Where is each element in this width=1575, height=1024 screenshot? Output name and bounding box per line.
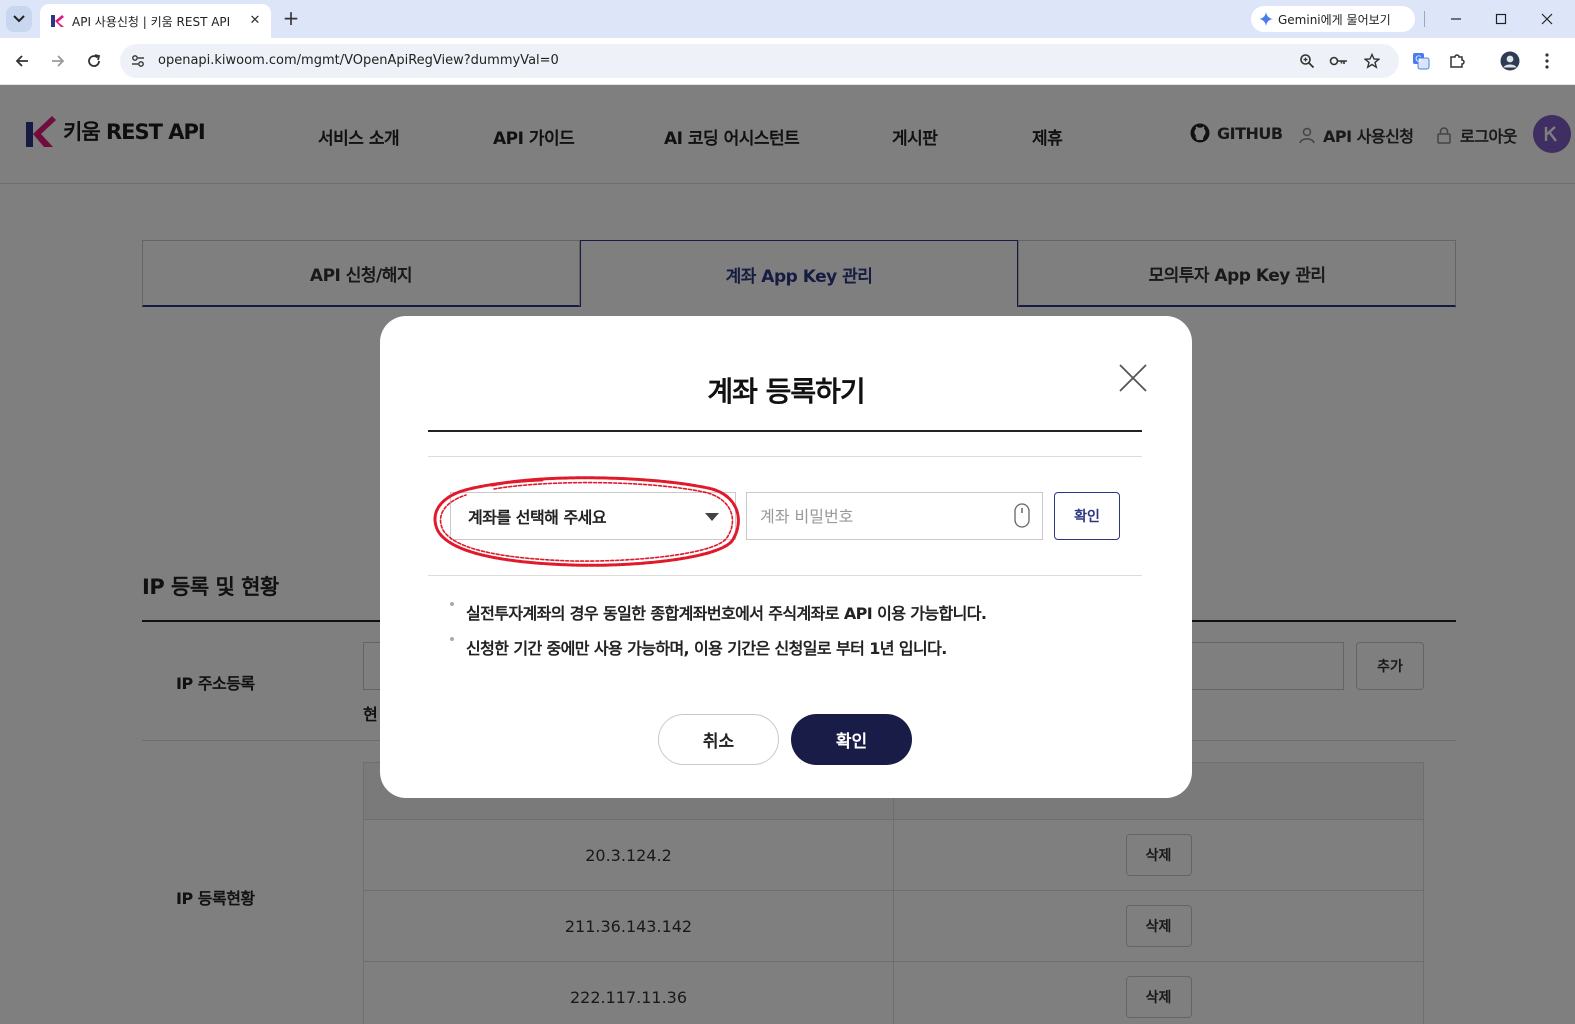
zoom-icon[interactable] bbox=[1297, 51, 1317, 71]
note-bullet bbox=[450, 637, 454, 641]
maximize-window-icon[interactable] bbox=[1489, 8, 1513, 30]
modal-note-1: 실전투자계좌의 경우 동일한 종합계좌번호에서 주식계좌로 API 이용 가능합… bbox=[466, 604, 987, 623]
confirm-button[interactable]: 확인 bbox=[791, 714, 912, 765]
url-text: openapi.kiwoom.com/mgmt/VOpenApiRegView?… bbox=[158, 53, 559, 68]
reload-icon[interactable] bbox=[84, 51, 104, 71]
modal-divider-lower bbox=[428, 575, 1142, 576]
forward-arrow-icon[interactable] bbox=[48, 51, 68, 71]
modal-title-divider bbox=[428, 430, 1142, 432]
browser-toolbar: openapi.kiwoom.com/mgmt/VOpenApiRegView?… bbox=[0, 38, 1575, 85]
account-register-modal: 계좌 등록하기 계좌를 선택해 주세요 확인 실전투자계좌의 경우 동일한 종합… bbox=[380, 316, 1192, 798]
extensions-puzzle-icon[interactable] bbox=[1446, 50, 1468, 72]
address-bar[interactable]: openapi.kiwoom.com/mgmt/VOpenApiRegView?… bbox=[120, 44, 1399, 78]
gemini-label: Gemini에게 물어보기 bbox=[1278, 12, 1391, 27]
profile-avatar-icon[interactable] bbox=[1499, 50, 1521, 72]
tab-search-button[interactable] bbox=[6, 6, 32, 32]
browser-menu-icon[interactable] bbox=[1536, 50, 1558, 72]
close-window-icon[interactable] bbox=[1535, 8, 1559, 30]
tab-close-icon[interactable]: ✕ bbox=[245, 10, 265, 30]
note-bullet bbox=[450, 602, 454, 606]
close-icon[interactable] bbox=[1118, 363, 1148, 393]
browser-tab-bar: API 사용신청 | 키움 REST API ✕ + Gemini에게 물어보기 bbox=[0, 0, 1575, 38]
kiwoom-favicon-icon bbox=[51, 15, 64, 27]
password-key-icon[interactable] bbox=[1329, 51, 1349, 71]
browser-tab-active[interactable]: API 사용신청 | 키움 REST API ✕ bbox=[40, 4, 271, 38]
kiwoom-site: 키움 REST API 서비스 소개 API 가이드 AI 코딩 어시스턴트 게… bbox=[0, 85, 1575, 1024]
account-select-value: 계좌를 선택해 주세요 bbox=[468, 508, 607, 527]
translate-icon[interactable]: G bbox=[1410, 50, 1432, 72]
account-select[interactable]: 계좌를 선택해 주세요 bbox=[450, 492, 736, 540]
back-arrow-icon[interactable] bbox=[12, 51, 32, 71]
caret-down-icon bbox=[705, 513, 719, 521]
modal-title: 계좌 등록하기 bbox=[707, 375, 865, 408]
chevron-down-icon bbox=[13, 15, 25, 23]
account-password-input[interactable] bbox=[746, 492, 1043, 540]
svg-text:G: G bbox=[1415, 55, 1421, 64]
gemini-button[interactable]: Gemini에게 물어보기 bbox=[1251, 6, 1415, 32]
bookmark-star-icon[interactable] bbox=[1362, 51, 1382, 71]
virtual-keyboard-mouse-icon[interactable] bbox=[1014, 503, 1030, 528]
verify-password-button[interactable]: 확인 bbox=[1054, 492, 1120, 540]
tab-title: API 사용신청 | 키움 REST API bbox=[72, 15, 231, 29]
site-settings-icon[interactable] bbox=[128, 51, 148, 71]
new-tab-button[interactable]: + bbox=[280, 7, 302, 29]
modal-divider bbox=[428, 456, 1142, 457]
gemini-sparkle-icon bbox=[1259, 12, 1273, 26]
tabbar-separator bbox=[1424, 11, 1425, 27]
cancel-button[interactable]: 취소 bbox=[658, 714, 779, 765]
minimize-window-icon[interactable] bbox=[1444, 8, 1468, 30]
modal-note-2: 신청한 기간 중에만 사용 가능하며, 이용 기간은 신청일로 부터 1년 입니… bbox=[466, 639, 947, 658]
